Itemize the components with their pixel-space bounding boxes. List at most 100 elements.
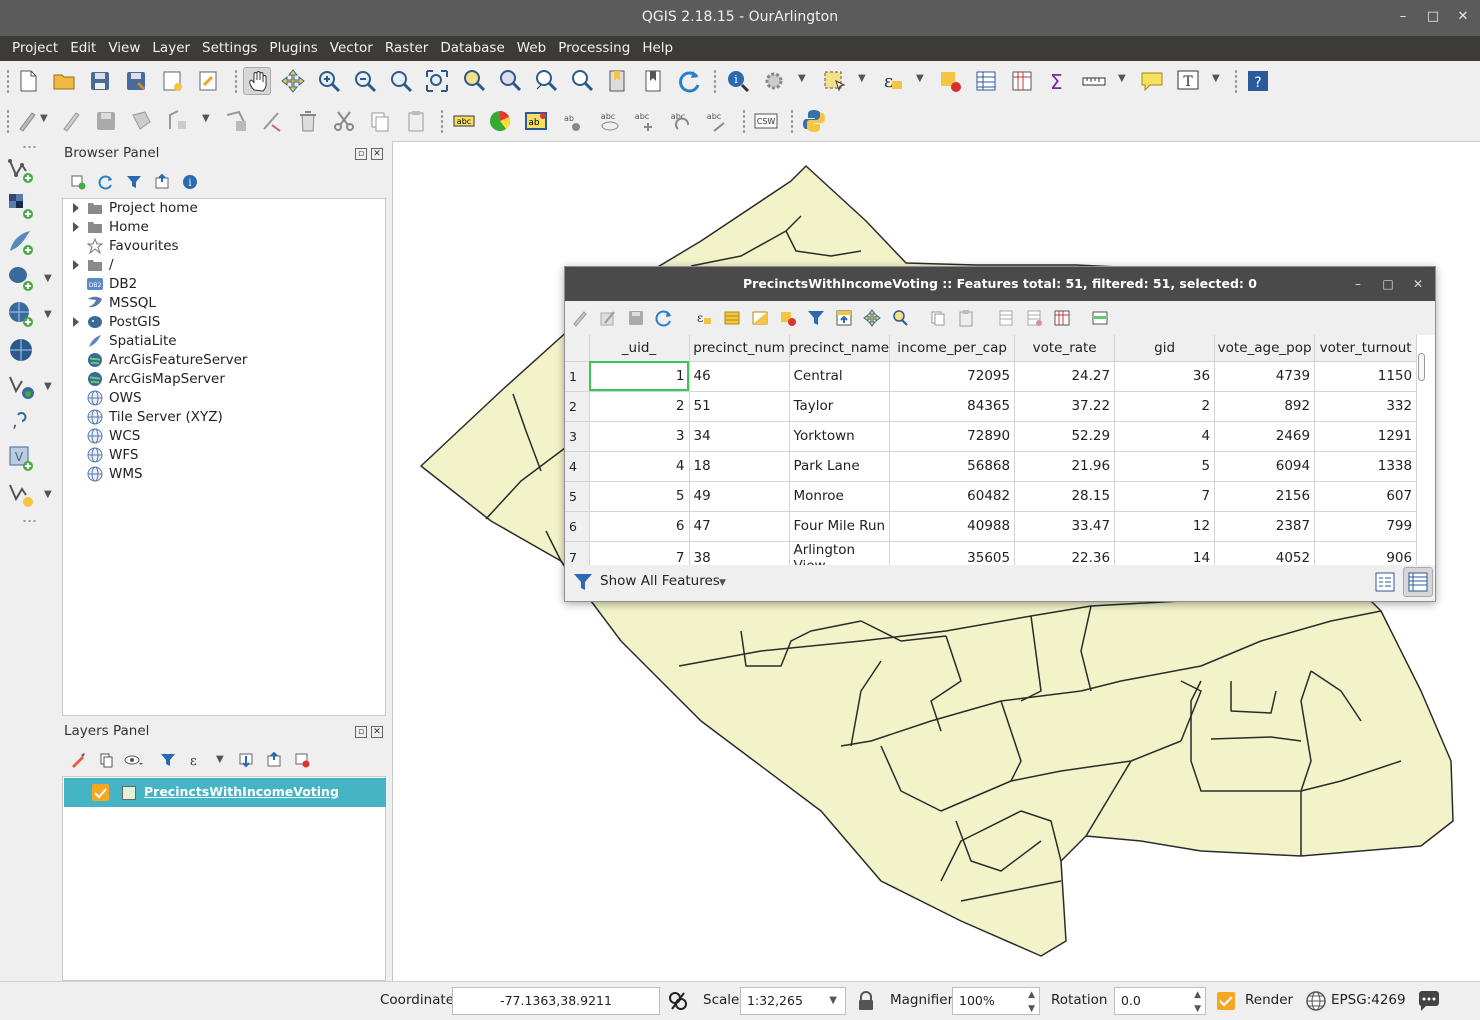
expand-arrow-icon[interactable] <box>73 317 79 327</box>
table-row[interactable]: 3 3 34 Yorktown 72890 52.29 4 2469 1291 <box>565 421 1418 452</box>
table-cell[interactable]: 37.22 <box>1014 391 1116 422</box>
highlight-pinned-labels-icon[interactable]: ab <box>522 107 550 135</box>
table-row[interactable]: 4 4 18 Park Lane 56868 21.96 5 6094 1338 <box>565 451 1418 482</box>
collapse-all-icon[interactable] <box>154 173 170 190</box>
chevron-down-icon[interactable]: ▼ <box>829 988 837 1014</box>
table-cell[interactable]: 799 <box>1314 511 1418 542</box>
chevron-down-icon[interactable]: ▼ <box>40 113 48 124</box>
form-view-icon[interactable] <box>1373 570 1397 594</box>
close-panel-icon[interactable]: ✕ <box>371 726 383 738</box>
table-row[interactable]: 6 6 47 Four Mile Run 40988 33.47 12 2387 799 <box>565 511 1418 542</box>
menu-view[interactable]: View <box>102 36 146 61</box>
row-number[interactable]: 3 <box>565 421 590 452</box>
magnifier-spinbox[interactable]: 100% ▲ ▼ <box>952 987 1040 1015</box>
add-wfs-layer-icon[interactable] <box>6 371 36 401</box>
select-by-expression-icon[interactable]: ε <box>878 67 906 95</box>
invert-selection-icon[interactable] <box>751 309 769 327</box>
save-as-icon[interactable] <box>122 67 150 95</box>
expand-arrow-icon[interactable] <box>73 260 79 270</box>
table-cell[interactable]: 56868 <box>889 451 1016 482</box>
rotation-spinbox[interactable]: 0.0 ▲ ▼ <box>1114 987 1206 1015</box>
expand-arrow-icon[interactable] <box>73 222 79 232</box>
attribute-table-scrollbar[interactable] <box>1417 337 1427 563</box>
filter-select-icon[interactable] <box>807 309 825 327</box>
open-attribute-table-icon[interactable] <box>972 67 1000 95</box>
zoom-full-icon[interactable] <box>423 67 451 95</box>
table-cell[interactable]: 28.15 <box>1014 481 1116 512</box>
delete-field-icon[interactable] <box>1025 309 1043 327</box>
add-virtual-layer-icon[interactable]: V <box>6 443 36 473</box>
row-number[interactable]: 5 <box>565 481 590 512</box>
conditional-formatting-icon[interactable] <box>1091 309 1109 327</box>
chevron-down-icon[interactable]: ▼ <box>1118 73 1126 84</box>
add-raster-layer-icon[interactable] <box>6 191 36 221</box>
table-cell[interactable]: 2 <box>1114 391 1216 422</box>
current-edits-icon[interactable] <box>14 107 42 135</box>
whats-this-help-icon[interactable]: ? <box>1244 67 1272 95</box>
zoom-to-selection-icon[interactable] <box>459 67 487 95</box>
layer-styling-icon[interactable] <box>70 752 86 768</box>
add-feature-icon[interactable] <box>128 107 156 135</box>
expand-arrow-icon[interactable] <box>73 203 79 213</box>
identify-features-icon[interactable]: i <box>724 67 752 95</box>
save-layer-edits-icon[interactable] <box>92 107 120 135</box>
browser-item-root[interactable]: / <box>63 256 383 275</box>
menu-help[interactable]: Help <box>636 36 679 61</box>
table-cell[interactable]: 12 <box>1114 511 1216 542</box>
zoom-out-icon[interactable] <box>351 67 379 95</box>
toggle-editing-icon[interactable] <box>56 107 84 135</box>
row-number[interactable]: 7 <box>565 541 590 565</box>
column-header-vote-age-pop[interactable]: vote_age_pop <box>1214 335 1316 362</box>
close-icon[interactable]: ✕ <box>1405 267 1431 301</box>
remove-layer-icon[interactable] <box>294 752 310 768</box>
pan-map-icon[interactable] <box>243 67 271 95</box>
add-postgis-layer-icon[interactable] <box>6 263 36 293</box>
chevron-down-icon[interactable]: ▼ <box>798 73 806 84</box>
deselect-all-icon[interactable] <box>779 309 797 327</box>
new-field-icon[interactable] <box>997 309 1015 327</box>
chevron-down-icon[interactable]: ▼ <box>202 113 210 124</box>
filter-icon[interactable] <box>126 174 142 190</box>
toolbar-grip[interactable] <box>790 109 794 133</box>
table-cell[interactable]: 2 <box>589 391 690 422</box>
new-shapefile-layer-icon[interactable] <box>6 479 36 509</box>
metasearch-csw-icon[interactable]: CSW <box>752 107 780 135</box>
table-cell[interactable]: 1291 <box>1314 421 1418 452</box>
toolbar-grip[interactable] <box>22 145 38 149</box>
table-cell[interactable]: 22.36 <box>1014 541 1116 565</box>
move-feature-icon[interactable] <box>164 107 192 135</box>
render-checkbox[interactable] <box>1217 992 1235 1010</box>
float-panel-icon[interactable]: ▫ <box>355 726 367 738</box>
table-cell[interactable]: 60482 <box>889 481 1016 512</box>
table-cell[interactable]: 4 <box>589 451 690 482</box>
table-cell[interactable]: 906 <box>1314 541 1418 565</box>
add-spatialite-layer-icon[interactable] <box>6 227 36 257</box>
column-header-precinct-num[interactable]: precinct_num <box>689 335 790 362</box>
toggle-multi-edit-icon[interactable] <box>599 309 617 327</box>
toolbar-grip[interactable] <box>1234 69 1238 93</box>
map-tips-icon[interactable] <box>1138 67 1166 95</box>
browser-item-wms[interactable]: WMS <box>63 465 383 484</box>
copy-features-icon[interactable] <box>366 107 394 135</box>
browser-item-wfs[interactable]: WFS <box>63 446 383 465</box>
add-vector-layer-icon[interactable] <box>6 155 36 185</box>
menu-processing[interactable]: Processing <box>552 36 636 61</box>
save-project-icon[interactable] <box>86 67 114 95</box>
chevron-down-icon[interactable]: ▼ <box>44 309 52 320</box>
table-cell[interactable]: 1150 <box>1314 361 1418 392</box>
toolbar-grip[interactable] <box>742 109 746 133</box>
toggle-extents-icon[interactable] <box>667 990 689 1012</box>
table-cell[interactable]: 607 <box>1314 481 1418 512</box>
toolbar-grip[interactable] <box>6 69 10 93</box>
scale-combobox[interactable]: 1:32,265 ▼ <box>740 987 846 1015</box>
add-wms-layer-icon[interactable] <box>6 299 36 329</box>
row-number[interactable]: 6 <box>565 511 590 542</box>
move-selection-to-top-icon[interactable] <box>835 309 853 327</box>
column-header-voter-turnout[interactable]: voter_turnout <box>1314 335 1418 362</box>
pin-labels-icon[interactable]: ab <box>558 107 586 135</box>
toolbar-grip[interactable] <box>440 109 444 133</box>
toolbar-grip[interactable] <box>22 519 38 523</box>
delete-selected-geometry-icon[interactable] <box>258 107 286 135</box>
python-console-icon[interactable] <box>800 107 828 135</box>
browser-item-arcgismapserver[interactable]: ArcGisMapServer <box>63 370 383 389</box>
